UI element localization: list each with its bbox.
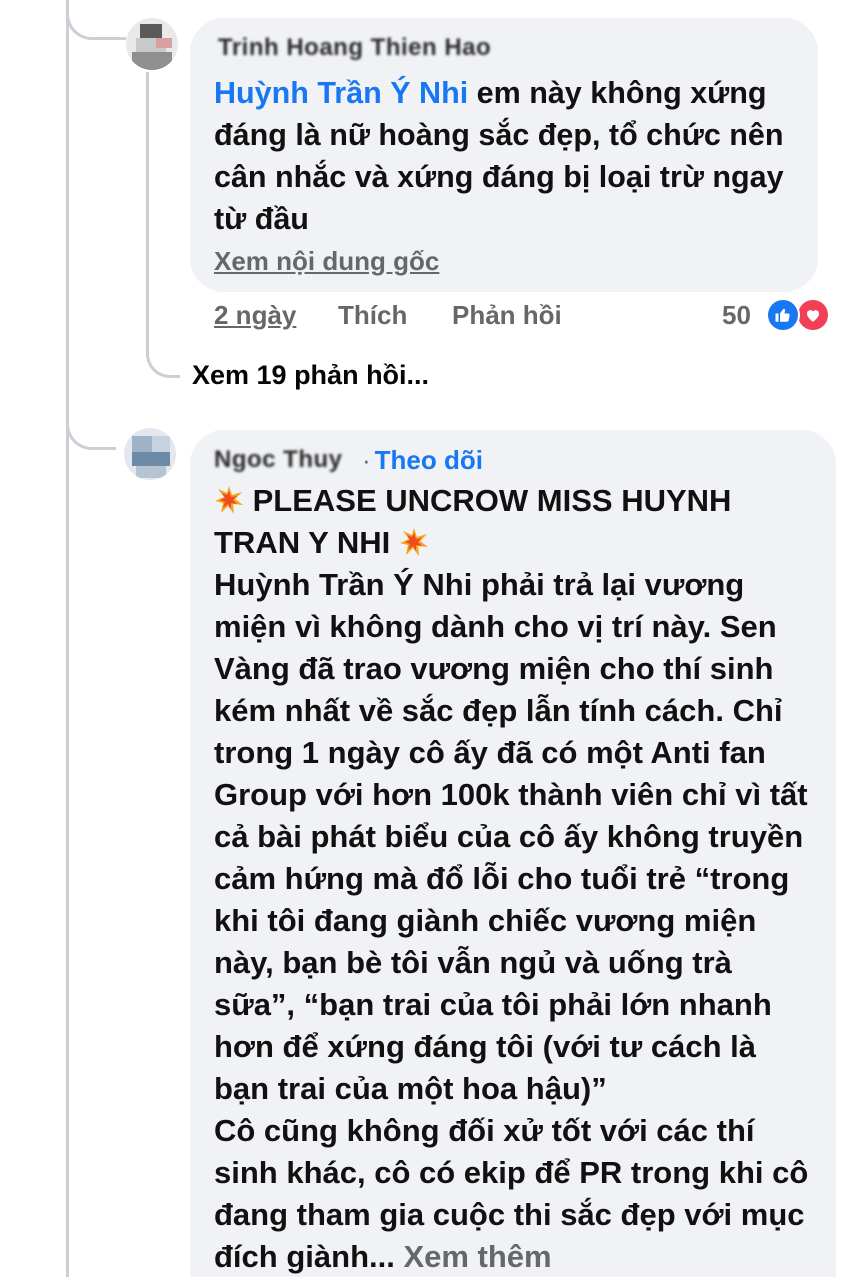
comment-paragraph: Huỳnh Trần Ý Nhi phải trả lại vương miện…	[214, 567, 808, 1106]
reaction-summary[interactable]	[766, 298, 838, 334]
follow-label: Theo dõi	[374, 445, 483, 475]
reply-button[interactable]: Phản hồi	[452, 300, 562, 331]
mention-link[interactable]: Huỳnh Trần Ý Nhi	[214, 76, 468, 110]
separator-dot: ·	[362, 445, 371, 475]
thread-connector-reply-2	[66, 390, 116, 450]
comment-author-name[interactable]: Trinh Hoang Thien Hao	[218, 34, 491, 62]
collision-emoji-icon	[399, 526, 429, 556]
avatar[interactable]	[126, 18, 178, 70]
view-replies-link[interactable]: Xem 19 phản hồi...	[192, 360, 429, 391]
thread-line-inner	[146, 72, 149, 332]
see-original-link[interactable]: Xem nội dung gốc	[214, 246, 439, 277]
follow-button[interactable]: · Theo dõi	[362, 445, 483, 476]
like-button[interactable]: Thích	[338, 300, 407, 331]
like-icon	[766, 298, 800, 332]
comment-actions: 2 ngày Thích Phản hồi 50	[214, 298, 834, 336]
reaction-count[interactable]: 50	[722, 300, 751, 331]
comment-timestamp[interactable]: 2 ngày	[214, 300, 296, 331]
thread-connector-reply-1	[66, 0, 126, 40]
comment-text: Huỳnh Trần Ý Nhi em này không xứng đáng …	[214, 72, 804, 240]
see-more-link[interactable]: Xem thêm	[395, 1239, 551, 1274]
comment-headline: PLEASE UNCROW MISS HUYNH TRAN Y NHI	[214, 480, 819, 564]
love-icon	[796, 298, 830, 332]
thread-line-outer	[66, 0, 69, 1277]
thread-connector-view-replies	[146, 300, 180, 378]
comment-text: PLEASE UNCROW MISS HUYNH TRAN Y NHI Huỳn…	[214, 480, 819, 1277]
avatar[interactable]	[124, 428, 176, 480]
headline-text: PLEASE UNCROW MISS HUYNH TRAN Y NHI	[214, 483, 732, 560]
comment-author-name[interactable]: Ngoc Thuy	[214, 446, 343, 474]
comment-paragraph: Cô cũng không đối xử tốt với các thí sin…	[214, 1110, 819, 1277]
collision-emoji-icon	[214, 484, 244, 514]
